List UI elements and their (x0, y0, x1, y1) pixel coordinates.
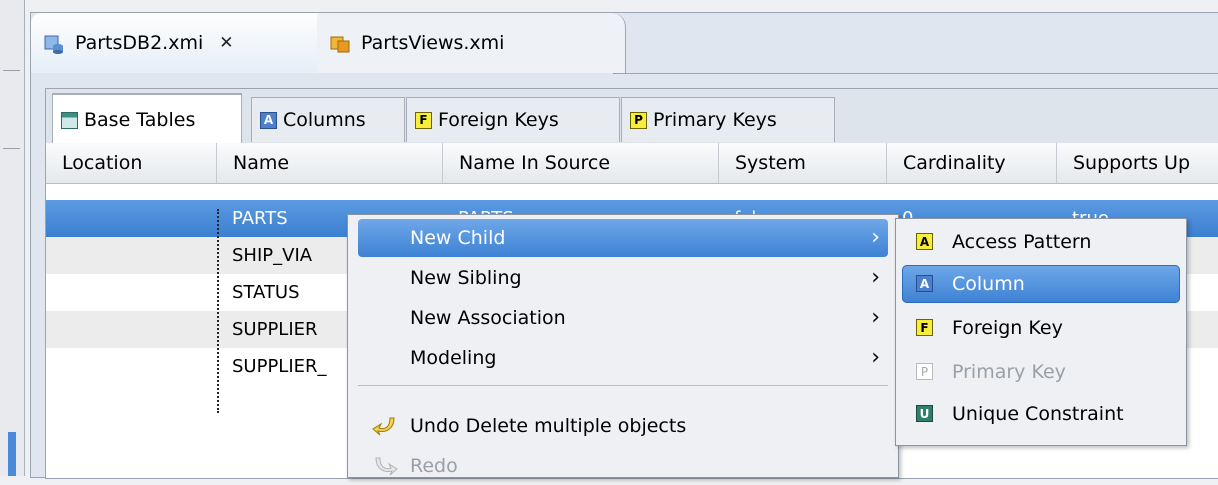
menu-item-label: New Child (410, 227, 506, 249)
column-header-location[interactable]: Location (46, 143, 202, 183)
new-child-submenu: A Access Pattern A Column F Foreign Key … (895, 218, 1187, 446)
table-icon (61, 111, 78, 129)
menu-separator (358, 385, 888, 386)
menu-item-label: Redo (410, 455, 458, 477)
cell-name: STATUS (232, 282, 300, 303)
column-header-supports-update[interactable]: Supports Up (1056, 143, 1218, 183)
submenu-item-label: Primary Key (952, 361, 1066, 383)
chevron-right-icon: › (871, 345, 880, 370)
cell-name: SHIP_VIA (232, 245, 313, 266)
column-icon: A (260, 111, 277, 129)
submenu-item-access-pattern[interactable]: A Access Pattern (902, 223, 1180, 261)
tab-label: Base Tables (84, 109, 196, 131)
column-header-system[interactable]: System (718, 143, 886, 183)
submenu-item-column[interactable]: A Column (902, 265, 1180, 303)
tab-label: Foreign Keys (438, 109, 559, 131)
left-panel-edge (0, 0, 25, 476)
menu-item-new-child[interactable]: New Child › (358, 219, 888, 257)
tab-label: PartsDB2.xmi (75, 32, 204, 54)
close-tab-icon[interactable]: ✕ (219, 33, 233, 53)
submenu-item-foreign-key[interactable]: F Foreign Key (902, 309, 1180, 347)
column-icon: A (916, 275, 933, 292)
menu-item-label: New Sibling (410, 267, 522, 289)
db-model-icon (44, 35, 63, 54)
primary-key-icon: P (630, 111, 647, 129)
menu-item-label: Undo Delete multiple objects (410, 415, 687, 437)
sub-tab-bar: Base Tables A Columns F Foreign Keys P P… (46, 89, 1218, 145)
column-header-name-in-source[interactable]: Name In Source (442, 143, 704, 183)
tab-label: Columns (283, 109, 366, 131)
panel-divider (3, 148, 20, 149)
menu-item-label: Modeling (410, 347, 497, 369)
chevron-right-icon: › (871, 225, 880, 250)
view-model-icon (330, 36, 350, 53)
submenu-item-label: Access Pattern (952, 231, 1092, 253)
cell-name: PARTS (232, 208, 288, 229)
menu-item-modeling[interactable]: Modeling › (358, 339, 888, 377)
submenu-item-label: Unique Constraint (952, 403, 1124, 425)
cell-name: SUPPLIER (232, 319, 318, 340)
selection-marker (8, 432, 16, 476)
primary-key-icon: P (916, 363, 933, 380)
foreign-key-icon: F (415, 111, 432, 129)
tab-partsviews[interactable]: PartsViews.xmi (317, 13, 626, 73)
redo-icon (375, 457, 398, 476)
tab-label: PartsViews.xmi (361, 32, 505, 54)
tab-bar-border (613, 73, 1218, 74)
tab-base-tables[interactable]: Base Tables (52, 93, 242, 145)
focus-outline (217, 209, 219, 413)
tab-label: Primary Keys (653, 109, 777, 131)
submenu-item-unique-constraint[interactable]: U Unique Constraint (902, 395, 1180, 433)
table-header: Location Name Name In Source System Card… (46, 143, 1218, 184)
foreign-key-icon: F (916, 319, 933, 336)
menu-item-new-association[interactable]: New Association › (358, 299, 888, 337)
access-pattern-icon: A (916, 233, 933, 250)
submenu-item-label: Foreign Key (952, 317, 1063, 339)
context-menu: New Child › New Sibling › New Associatio… (347, 214, 899, 478)
editor-tab-bar: PartsDB2.xmi ✕ PartsViews.xmi (31, 13, 1218, 75)
submenu-item-label: Column (952, 273, 1025, 295)
column-header-cardinality[interactable]: Cardinality (886, 143, 1056, 183)
panel-divider (3, 70, 20, 71)
menu-item-redo[interactable]: Redo (358, 447, 888, 485)
menu-item-undo[interactable]: Undo Delete multiple objects (358, 407, 888, 445)
tab-primary-keys[interactable]: P Primary Keys (621, 97, 835, 142)
chevron-right-icon: › (871, 305, 880, 330)
undo-icon (372, 417, 395, 436)
tab-partsdb2[interactable]: PartsDB2.xmi ✕ (31, 13, 329, 73)
cell-name: SUPPLIER_ (232, 356, 327, 377)
column-header-name[interactable]: Name (216, 143, 442, 183)
unique-constraint-icon: U (916, 405, 933, 422)
tab-foreign-keys[interactable]: F Foreign Keys (406, 97, 620, 142)
menu-item-label: New Association (410, 307, 566, 329)
tab-columns[interactable]: A Columns (251, 97, 405, 142)
submenu-item-primary-key[interactable]: P Primary Key (902, 353, 1180, 391)
menu-item-new-sibling[interactable]: New Sibling › (358, 259, 888, 297)
chevron-right-icon: › (871, 265, 880, 290)
